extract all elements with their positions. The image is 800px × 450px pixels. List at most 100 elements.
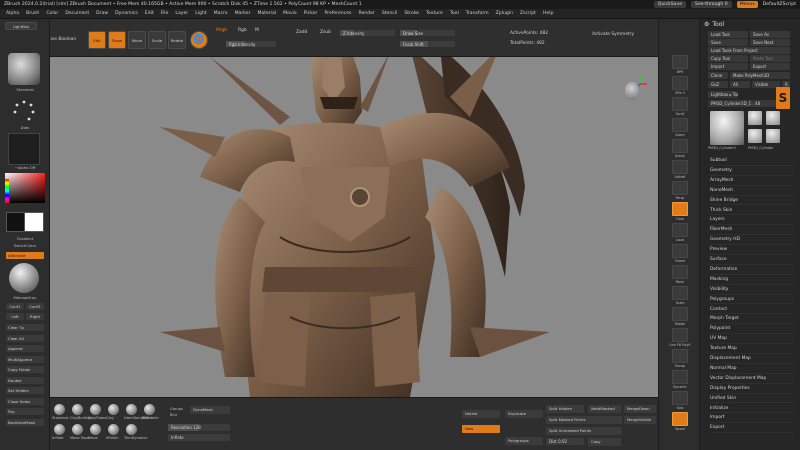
left-tray-clear-tp-button[interactable]: Clear Tp: [6, 324, 44, 331]
draw-size-slider[interactable]: Draw Size: [400, 30, 455, 36]
rotate-button[interactable]: Rotate: [168, 31, 186, 49]
brush-claybuildup-icon[interactable]: [72, 404, 83, 415]
cube-tool-thumb[interactable]: [748, 129, 762, 143]
clone-button[interactable]: Clone: [708, 72, 728, 79]
goz-button[interactable]: GoZ: [708, 81, 728, 88]
edit-button[interactable]: Edit: [88, 31, 106, 49]
subpalette-import[interactable]: Import: [710, 414, 795, 424]
quicksave-button[interactable]: QuickSave: [653, 1, 687, 8]
left-tray-set-hidden-button[interactable]: Set Hidden: [6, 387, 44, 394]
copy-button[interactable]: Copy: [588, 438, 621, 446]
merge-visible-button[interactable]: MergeVisible: [624, 416, 656, 424]
tray-scale-button[interactable]: [672, 286, 688, 300]
menu-texture[interactable]: Texture: [426, 11, 443, 16]
left-tray-close-holes-button[interactable]: Close Holes: [6, 397, 44, 405]
alpha-off-icon[interactable]: [8, 133, 40, 165]
tray-solo-button[interactable]: [672, 391, 688, 405]
brush-damstandard-icon[interactable]: [126, 404, 137, 415]
lightbox-left-button[interactable]: LightBox: [5, 22, 37, 30]
inflate-slider[interactable]: Inflate: [168, 434, 230, 441]
dynamesh-button[interactable]: DynaMesh: [190, 406, 230, 414]
paste-tool-button[interactable]: Paste Tool: [750, 55, 790, 62]
menu-edit[interactable]: Edit: [145, 11, 154, 16]
copy-tool-button[interactable]: Copy Tool: [708, 55, 748, 62]
menu-tool[interactable]: Tool: [450, 11, 459, 16]
z-intensity-slider[interactable]: Z Intensity: [340, 30, 395, 36]
subpalette-display-properties[interactable]: Display Properties: [710, 385, 795, 394]
subpalette-displacement-map[interactable]: Displacement Map: [710, 355, 795, 364]
menu-transform[interactable]: Transform: [466, 11, 489, 16]
menu-layer[interactable]: Layer: [175, 11, 188, 16]
subpalette-initialize[interactable]: Initialize: [710, 405, 795, 414]
tray-aahalf-button[interactable]: [672, 160, 688, 174]
tray-spix-3-button[interactable]: [672, 76, 688, 90]
live-boolean-button[interactable]: Live Boolean: [48, 37, 76, 42]
left-tray-append-button[interactable]: Append: [6, 345, 44, 352]
menu-light[interactable]: Light: [195, 11, 206, 16]
lightbox-tools-button[interactable]: Lightbox ▸ Tools: [708, 91, 738, 98]
rgb-intensity-slider[interactable]: Rgb Intensity: [226, 41, 276, 47]
menu-zscript[interactable]: Zscript: [520, 11, 536, 16]
subpalette-uv-map[interactable]: UV Map: [710, 335, 795, 345]
subpalette-export[interactable]: Export: [710, 424, 795, 434]
tray-frame-button[interactable]: [672, 244, 688, 258]
subpalette-vector-displacement-map[interactable]: Vector Displacement Map: [710, 375, 795, 384]
subpalette-contact[interactable]: Contact: [710, 306, 795, 315]
brush-standard-icon[interactable]: [54, 404, 65, 415]
material-matcap-icon[interactable]: [9, 263, 39, 293]
gradient-button[interactable]: Gradient: [4, 236, 46, 241]
menu-preferences[interactable]: Preferences: [324, 11, 351, 16]
left-tray-flip-button[interactable]: Flip: [6, 408, 44, 415]
current-tool-slider[interactable]: PM3D_Cylinder3D_1 . 48: [708, 100, 786, 107]
menu-help[interactable]: Help: [543, 11, 553, 16]
main-color-swatch[interactable]: [24, 212, 44, 232]
material-sphere-icon[interactable]: 🌀: [190, 31, 208, 49]
split-unmasked-points-button[interactable]: Split Unmasked Points: [546, 427, 622, 435]
menu-marker[interactable]: Marker: [235, 11, 251, 16]
move-button[interactable]: Move: [128, 31, 146, 49]
menu-alpha[interactable]: Alpha: [6, 11, 19, 16]
left-tray-clear-all-button[interactable]: Clear All: [6, 334, 44, 342]
subpalette-fibermesh[interactable]: FiberMesh: [710, 226, 795, 236]
subpalette-surface[interactable]: Surface: [710, 256, 795, 265]
subpalette-subtool[interactable]: Subtool: [710, 157, 795, 166]
menu-color[interactable]: Color: [46, 11, 58, 16]
resolution-slider[interactable]: Resolution 128: [168, 424, 230, 431]
document-canvas[interactable]: [50, 57, 658, 397]
menu-material[interactable]: Material: [257, 11, 276, 16]
subpalette-arraymesh[interactable]: ArrayMesh: [710, 177, 795, 186]
brush-hpolish-icon[interactable]: [108, 424, 119, 435]
menu-stencil[interactable]: Stencil: [382, 11, 398, 16]
left-tray-left-button[interactable]: Left: [6, 313, 24, 320]
left-tray-double-button[interactable]: Double: [6, 376, 44, 384]
subpalette-texture-map[interactable]: Texture Map: [710, 345, 795, 354]
cylinder-tool-thumb[interactable]: [710, 111, 744, 145]
subpalette-shine-bridge[interactable]: Shine Bridge: [710, 197, 795, 206]
brush-claytubes-icon[interactable]: [90, 404, 101, 415]
duplicate-button[interactable]: Duplicate: [505, 410, 543, 418]
tool-palette-header[interactable]: ⚙ Tool: [700, 19, 800, 29]
left-tray-conf1-button[interactable]: Conf1: [6, 303, 24, 310]
goz-all-button[interactable]: All: [730, 81, 750, 88]
subpalette-thick-skin[interactable]: Thick Skin: [710, 207, 795, 216]
menu-draw[interactable]: Draw: [96, 11, 108, 16]
split-hidden-button[interactable]: Split Hidden: [546, 405, 584, 413]
tray-zoom-button[interactable]: [672, 118, 688, 132]
subpalette-layers[interactable]: Layers: [710, 216, 795, 226]
save-as-button[interactable]: Save As: [750, 31, 790, 38]
tray-dynamic-button[interactable]: [672, 370, 688, 384]
brush-standard-icon[interactable]: [8, 53, 40, 85]
subpalette-unified-skin[interactable]: Unified Skin: [710, 395, 795, 404]
make-polymesh3d-button[interactable]: Make PolyMesh3D: [730, 72, 790, 79]
export-button[interactable]: Export: [750, 63, 790, 70]
menu-dynamics[interactable]: Dynamics: [115, 11, 138, 16]
menu-picker[interactable]: Picker: [304, 11, 318, 16]
tray-persp-button[interactable]: [672, 181, 688, 195]
tray-rotate-button[interactable]: [672, 307, 688, 321]
subpalette-geometry[interactable]: Geometry: [710, 167, 795, 176]
subpalette-masking[interactable]: Masking: [710, 276, 795, 285]
sphere-tool-thumb[interactable]: [766, 129, 780, 143]
left-tray-copy-folder-button[interactable]: Copy Folder: [6, 366, 44, 373]
focal-shift-slider[interactable]: Focal Shift: [400, 41, 455, 47]
menu-macro[interactable]: Macro: [214, 11, 228, 16]
